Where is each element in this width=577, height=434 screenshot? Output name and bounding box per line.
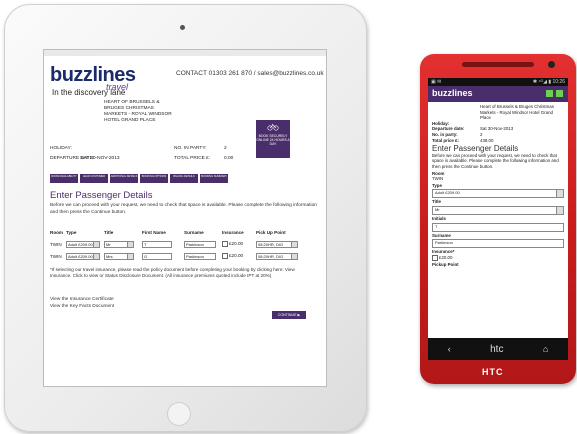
page-description: Before we can proceed with your request,… xyxy=(432,152,559,169)
phone-site-header: buzzlines xyxy=(428,86,568,102)
page-title: Enter Passenger Details xyxy=(432,144,519,154)
type-label: Type xyxy=(432,182,442,188)
first-name-input[interactable]: G xyxy=(142,252,172,260)
phone-nav-bar: ‹ htc ⌂ xyxy=(428,338,568,360)
header-title: Title xyxy=(104,230,114,235)
tagline: In the discovery lane xyxy=(52,88,126,97)
contact-info[interactable]: CONTACT 01303 261 870 / sales@buzzlines.… xyxy=(176,70,324,77)
title-select[interactable]: Mr xyxy=(104,240,134,248)
title-select[interactable]: Mr xyxy=(432,205,564,215)
passenger-table: Room Type Title First Name Surname Insur… xyxy=(50,230,320,262)
tablet-home-button[interactable] xyxy=(167,402,191,426)
insurance-checkbox[interactable] xyxy=(222,241,228,247)
step-lead-customer[interactable]: LEAD CUSTOMER xyxy=(80,174,108,183)
phone-content: Heart of Brussels & Bruges Christmas Mar… xyxy=(428,102,568,269)
header-first-name: First Name xyxy=(142,230,166,235)
page-description: Before we can proceed with your request,… xyxy=(50,203,317,215)
room-value: TWIN xyxy=(432,176,444,182)
buzzlines-logo[interactable]: buzzlines xyxy=(432,88,473,98)
bike-icon xyxy=(267,123,279,131)
pickup-select[interactable]: 08:20HR, DIG xyxy=(256,252,298,260)
price-label: TOTAL PRICE £: xyxy=(174,156,211,161)
phone-screen: ▣ ✉ ✱ ⁴ᴳ◢ ▮ 10:26 buzzlines Heart of Bru… xyxy=(428,78,568,338)
continue-button[interactable]: CONTINUE ▶ xyxy=(272,311,306,319)
surname-input[interactable]: Parkinson xyxy=(184,240,216,248)
surname-input[interactable]: Parkinson xyxy=(184,252,216,260)
phone-brand-label: HTC xyxy=(482,367,504,377)
title-select[interactable]: Mrs xyxy=(104,252,134,260)
phone-status-bar: ▣ ✉ ✱ ⁴ᴳ◢ ▮ 10:26 xyxy=(428,78,568,86)
initials-label: Initials xyxy=(432,215,446,221)
holiday-place: Heart of Brussels & Bruges Christmas Mar… xyxy=(480,104,554,121)
holiday-place: HEART OF BRUSSELS & BRUGES CHRISTMAS MAR… xyxy=(104,100,172,123)
type-select[interactable]: Adult £209.00 xyxy=(66,240,100,248)
header-surname: Surname xyxy=(184,230,204,235)
status-right-icons: ✱ ⁴ᴳ◢ ▮ 10:26 xyxy=(532,79,565,85)
table-row: TWIN Adult £209.00 Mr T Parkinson £20.00… xyxy=(50,238,320,250)
departure-value: SAT 30-NOV-2013 xyxy=(80,156,120,161)
step-booking-summary[interactable]: BOOKING SUMMARY xyxy=(200,174,228,183)
holiday-label: HOLIDAY: xyxy=(50,146,72,151)
table-row: TWIN Adult £209.00 Mrs G Parkinson £20.0… xyxy=(50,250,320,262)
room-value: TWIN xyxy=(50,241,62,247)
book-securely-banner[interactable]: BOOK SECURELY ONLINE 24 HOURS A DAY xyxy=(256,120,290,158)
surname-label: Surname xyxy=(432,232,451,238)
menu-icon[interactable] xyxy=(546,90,553,97)
booking-steps: ROOM AVAILABILITY LEAD CUSTOMER ADDITION… xyxy=(50,174,228,183)
key-facts-link[interactable]: View the Key Facts Document xyxy=(50,304,114,309)
insurance-amount: £20.00 xyxy=(229,241,244,247)
tablet-camera xyxy=(180,25,185,30)
step-billing-details[interactable]: BILLING DETAILS xyxy=(170,174,198,183)
initials-input[interactable]: T xyxy=(432,222,564,232)
page-title: Enter Passenger Details xyxy=(50,190,153,201)
party-value: 2 xyxy=(224,146,227,151)
status-left-icons: ▣ ✉ xyxy=(431,79,442,85)
htc-logo: htc xyxy=(490,343,504,355)
phone-device: ▣ ✉ ✱ ⁴ᴳ◢ ▮ 10:26 buzzlines Heart of Bru… xyxy=(420,54,576,384)
step-booking-options[interactable]: BOOKING OPTIONS xyxy=(140,174,168,183)
type-select[interactable]: Adult £209.00 xyxy=(432,189,564,199)
step-room-availability[interactable]: ROOM AVAILABILITY xyxy=(50,174,78,183)
table-header: Room Type Title First Name Surname Insur… xyxy=(50,230,320,238)
departure-value: Sat 30-Nov-2013 xyxy=(480,126,514,132)
insurance-amount: £20.00 xyxy=(229,253,244,259)
room-value: TWIN xyxy=(50,253,62,259)
site-header: buzzlines travel In the discovery lane C… xyxy=(44,56,326,100)
phone-camera xyxy=(548,61,555,68)
home-icon[interactable]: ⌂ xyxy=(543,344,548,354)
insurance-note: *If selecting our travel insurance, plea… xyxy=(50,267,295,279)
header-room: Room xyxy=(50,230,64,235)
price-label: Total price £: xyxy=(432,137,459,143)
header-type: Type xyxy=(66,230,77,235)
insurance-certificate-link[interactable]: View the Insurance Certificate xyxy=(50,297,114,302)
pickup-label: Pickup Point xyxy=(432,261,459,267)
holiday-summary: HEART OF BRUSSELS & BRUGES CHRISTMAS MAR… xyxy=(50,100,320,170)
header-insurance: Insurance xyxy=(222,230,244,235)
party-label: NO. IN PARTY: xyxy=(174,146,207,151)
insurance-checkbox[interactable] xyxy=(222,253,228,259)
tablet-screen: buzzlines travel In the discovery lane C… xyxy=(43,49,327,387)
back-icon[interactable]: ‹ xyxy=(448,344,451,354)
price-value: 0.00 xyxy=(224,156,234,161)
header-pickup: Pick Up Point xyxy=(256,230,286,235)
insurance-amount: £20.00 xyxy=(439,254,453,260)
phone-speaker xyxy=(462,62,534,67)
book-securely-text: BOOK SECURELY ONLINE 24 HOURS A DAY xyxy=(256,134,290,147)
type-select[interactable]: Adult £209.00 xyxy=(66,252,100,260)
pickup-select[interactable]: 08:20HR, DIG xyxy=(256,240,298,248)
tablet-device: buzzlines travel In the discovery lane C… xyxy=(4,4,367,432)
insurance-checkbox[interactable] xyxy=(432,254,438,261)
surname-input[interactable]: Parkinson xyxy=(432,239,564,249)
first-name-input[interactable]: T xyxy=(142,240,172,248)
step-additional-details[interactable]: ADDITIONAL DETAILS xyxy=(110,174,138,183)
title-label: Title xyxy=(432,199,441,205)
account-icon[interactable] xyxy=(556,90,563,97)
price-value: 438.00 xyxy=(480,137,494,143)
